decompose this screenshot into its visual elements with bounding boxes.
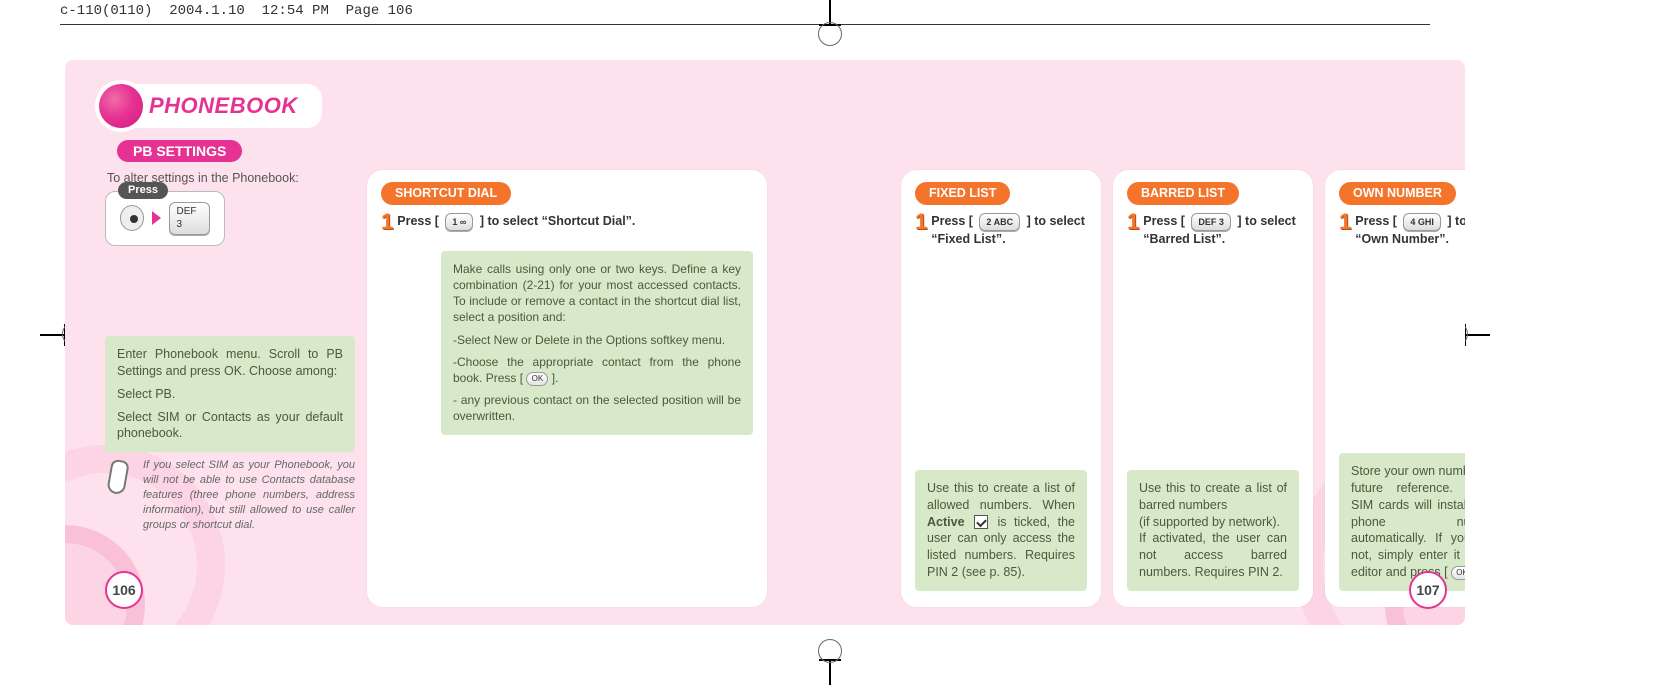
cropmark-top-circle bbox=[818, 22, 842, 46]
press-badge: Press bbox=[118, 182, 168, 199]
key-3-icon: DEF 3 bbox=[169, 202, 210, 235]
step-own: 1 Press [ 4 GHI ] to select “Own Number”… bbox=[1339, 213, 1465, 248]
title-bubble-icon bbox=[99, 84, 143, 128]
step-number-icon: 1 bbox=[1339, 211, 1351, 248]
title-pill: PHONEBOOK bbox=[101, 86, 320, 126]
page-spread: PHONEBOOK PB SETTINGS To alter settings … bbox=[65, 60, 1465, 625]
step-barred-text: Press [ DEF 3 ] to select “Barred List”. bbox=[1143, 213, 1299, 248]
enter-phonebook-p2: Select PB. bbox=[117, 386, 343, 403]
barred-note-box: Use this to create a list of barred numb… bbox=[1127, 470, 1299, 591]
enter-phonebook-p3: Select SIM or Contacts as your default p… bbox=[117, 409, 343, 443]
header-rule-left bbox=[60, 24, 910, 25]
enter-phonebook-p1: Enter Phonebook menu. Scroll to PB Setti… bbox=[117, 346, 343, 380]
page-title: PHONEBOOK bbox=[149, 93, 298, 119]
shortcut-g4: - any previous contact on the selected p… bbox=[453, 392, 741, 424]
joystick-icon bbox=[120, 205, 144, 231]
barred-note-3: If activated, the user can not access ba… bbox=[1139, 531, 1287, 579]
gutter bbox=[779, 170, 889, 607]
press-box: Press DEF 3 bbox=[105, 191, 225, 246]
key-2-icon: 2 ABC bbox=[979, 213, 1020, 231]
sidebar: To alter settings in the Phonebook: Pres… bbox=[105, 170, 355, 607]
tag-own-number: OWN NUMBER bbox=[1339, 182, 1456, 205]
section-tab: PB SETTINGS bbox=[117, 140, 242, 162]
enter-phonebook-box: Enter Phonebook menu. Scroll to PB Setti… bbox=[105, 336, 355, 452]
sim-note-text: If you select SIM as your Phonebook, you… bbox=[143, 458, 355, 532]
card-own-number: OWN NUMBER 1 Press [ 4 GHI ] to select “… bbox=[1325, 170, 1465, 607]
content-columns: To alter settings in the Phonebook: Pres… bbox=[105, 170, 1447, 607]
cropmark-bottom-circle bbox=[818, 639, 842, 663]
file-header: c-110(0110) 2004.1.10 12:54 PM Page 106 bbox=[60, 3, 413, 19]
fixed-note-box: Use this to create a list of allowed num… bbox=[915, 470, 1087, 591]
step-number-icon: 1 bbox=[1127, 211, 1139, 248]
tag-fixed-list: FIXED LIST bbox=[915, 182, 1010, 205]
card-barred-list: BARRED LIST 1 Press [ DEF 3 ] to select … bbox=[1113, 170, 1313, 607]
key-1-icon: 1 ∞ bbox=[445, 213, 473, 231]
page-number-left: 106 bbox=[105, 571, 143, 609]
triangle-right-icon bbox=[152, 211, 161, 225]
key-4-icon: 4 GHI bbox=[1403, 213, 1441, 231]
own-note-box: Store your own number for future referen… bbox=[1339, 453, 1465, 591]
step-fixed: 1 Press [ 2 ABC ] to select “Fixed List”… bbox=[915, 213, 1087, 248]
section-row: PB SETTINGS bbox=[105, 140, 1447, 164]
step-number-icon: 1 bbox=[381, 211, 393, 233]
step-number-icon: 1 bbox=[915, 211, 927, 248]
key-3-icon: DEF 3 bbox=[1191, 213, 1231, 231]
step-barred: 1 Press [ DEF 3 ] to select “Barred List… bbox=[1127, 213, 1299, 248]
fixed-note-a: Use this to create a list of allowed num… bbox=[927, 481, 1075, 512]
checkbox-ticked-icon bbox=[974, 515, 988, 529]
own-note-a: Store your own number for future referen… bbox=[1351, 464, 1465, 579]
shortcut-g2: -Select New or Delete in the Options sof… bbox=[453, 332, 741, 348]
step-shortcut-text: Press [ 1 ∞ ] to select “Shortcut Dial”. bbox=[397, 213, 753, 233]
shortcut-body: Make calls using only one or two keys. D… bbox=[381, 241, 753, 591]
section-rule bbox=[105, 151, 1447, 154]
barred-note-2: (if supported by network). bbox=[1139, 515, 1280, 529]
shortcut-g1: Make calls using only one or two keys. D… bbox=[453, 261, 741, 326]
shortcut-g3: -Choose the appropriate contact from the… bbox=[453, 354, 741, 386]
step-fixed-text: Press [ 2 ABC ] to select “Fixed List”. bbox=[931, 213, 1087, 248]
tag-barred-list: BARRED LIST bbox=[1127, 182, 1239, 205]
page-number-right: 107 bbox=[1409, 571, 1447, 609]
ok-button-icon: OK bbox=[526, 372, 548, 386]
ok-button-icon: OK bbox=[1451, 566, 1465, 580]
card-shortcut-dial: SHORTCUT DIAL 1 Press [ 1 ∞ ] to select … bbox=[367, 170, 767, 607]
step-own-text: Press [ 4 GHI ] to select “Own Number”. bbox=[1355, 213, 1465, 248]
header-rule-right bbox=[890, 24, 1430, 25]
fixed-note-active: Active bbox=[927, 515, 965, 529]
card-fixed-list: FIXED LIST 1 Press [ 2 ABC ] to select “… bbox=[901, 170, 1101, 607]
barred-note-1: Use this to create a list of barred numb… bbox=[1139, 481, 1287, 512]
sim-note-row: If you select SIM as your Phonebook, you… bbox=[105, 458, 355, 532]
note-icon bbox=[105, 458, 137, 498]
step-shortcut: 1 Press [ 1 ∞ ] to select “Shortcut Dial… bbox=[381, 213, 753, 233]
tag-shortcut-dial: SHORTCUT DIAL bbox=[381, 182, 511, 205]
